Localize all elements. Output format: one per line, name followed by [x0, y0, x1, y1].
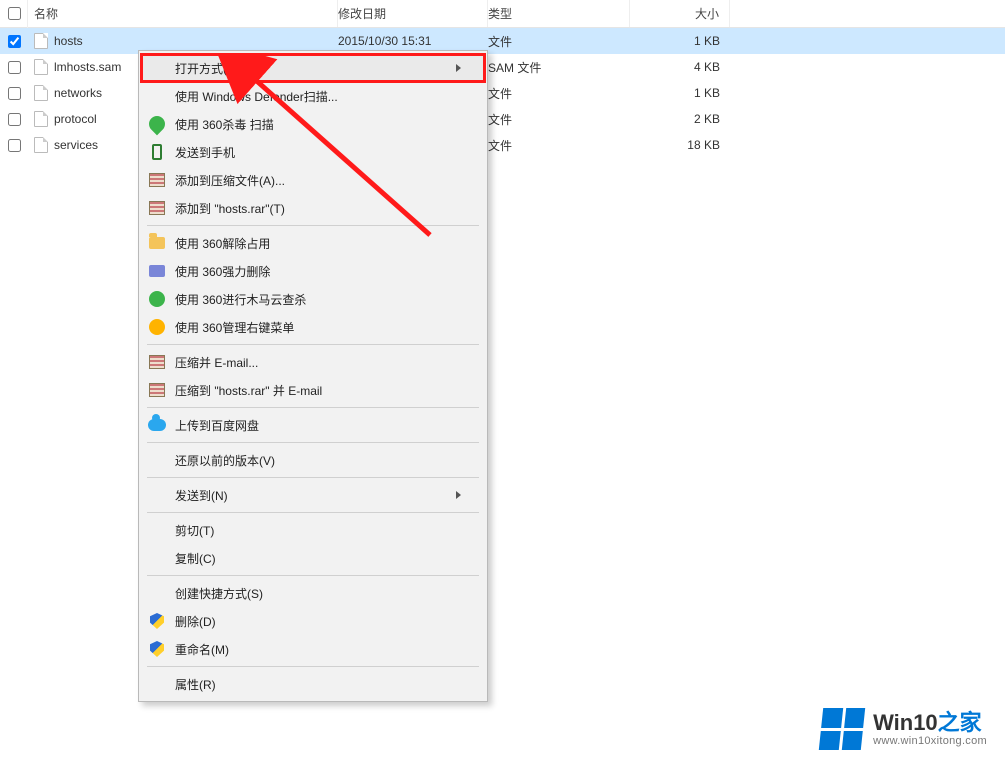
file-size: 1 KB — [630, 86, 730, 100]
blank-icon — [147, 520, 167, 540]
file-type: 文件 — [488, 85, 630, 102]
menu-separator — [147, 666, 479, 667]
row-checkbox[interactable] — [8, 87, 21, 100]
menu-zip-hosts-email[interactable]: 压缩到 "hosts.rar" 并 E-mail — [141, 376, 485, 404]
blank-icon — [147, 485, 167, 505]
cloud-icon — [147, 415, 167, 435]
menu-create-shortcut[interactable]: 创建快捷方式(S) — [141, 579, 485, 607]
menu-baidu-upload[interactable]: 上传到百度网盘 — [141, 411, 485, 439]
file-list-header: 名称 修改日期 类型 大小 — [0, 0, 1005, 28]
menu-separator — [147, 225, 479, 226]
menu-send-to[interactable]: 发送到(N) — [141, 481, 485, 509]
file-type: 文件 — [488, 111, 630, 128]
printer-icon — [147, 261, 167, 281]
file-size: 4 KB — [630, 60, 730, 74]
menu-360-unlock[interactable]: 使用 360解除占用 — [141, 229, 485, 257]
360-green-icon — [147, 289, 167, 309]
submenu-arrow-icon — [456, 491, 461, 499]
file-icon — [34, 111, 48, 127]
shield-icon — [147, 114, 167, 134]
archive-icon — [147, 198, 167, 218]
blank-icon — [147, 583, 167, 603]
file-name: protocol — [54, 112, 97, 126]
file-name: hosts — [54, 34, 83, 48]
file-icon — [34, 137, 48, 153]
archive-icon — [147, 352, 167, 372]
menu-360-trojan[interactable]: 使用 360进行木马云查杀 — [141, 285, 485, 313]
column-name[interactable]: 名称 — [28, 0, 338, 27]
archive-icon — [147, 170, 167, 190]
uac-shield-icon — [147, 611, 167, 631]
menu-separator — [147, 477, 479, 478]
select-all-checkbox[interactable] — [8, 7, 21, 20]
menu-copy[interactable]: 复制(C) — [141, 544, 485, 572]
context-menu: 打开方式(H) 使用 Windows Defender扫描... 使用 360杀… — [138, 50, 488, 702]
file-size: 18 KB — [630, 138, 730, 152]
menu-defender-scan[interactable]: 使用 Windows Defender扫描... — [141, 82, 485, 110]
menu-separator — [147, 344, 479, 345]
menu-separator — [147, 512, 479, 513]
menu-send-phone[interactable]: 发送到手机 — [141, 138, 485, 166]
menu-delete[interactable]: 删除(D) — [141, 607, 485, 635]
file-size: 2 KB — [630, 112, 730, 126]
menu-360-manage[interactable]: 使用 360管理右键菜单 — [141, 313, 485, 341]
file-icon — [34, 33, 48, 49]
menu-360-force-delete[interactable]: 使用 360强力删除 — [141, 257, 485, 285]
submenu-arrow-icon — [456, 64, 461, 72]
file-name: lmhosts.sam — [54, 60, 121, 74]
menu-separator — [147, 442, 479, 443]
menu-add-hosts-rar[interactable]: 添加到 "hosts.rar"(T) — [141, 194, 485, 222]
header-checkbox-cell[interactable] — [0, 0, 28, 28]
menu-separator — [147, 575, 479, 576]
blank-icon — [147, 548, 167, 568]
row-checkbox[interactable] — [8, 61, 21, 74]
windows-logo-icon — [819, 708, 865, 750]
column-date[interactable]: 修改日期 — [338, 0, 488, 27]
blank-icon — [147, 86, 167, 106]
file-name: networks — [54, 86, 102, 100]
menu-separator — [147, 407, 479, 408]
watermark-url: www.win10xitong.com — [873, 735, 987, 747]
watermark-title: Win10之家 — [873, 711, 987, 735]
file-date: 2015/10/30 15:31 — [338, 34, 488, 48]
file-type: 文件 — [488, 137, 630, 154]
menu-restore-previous[interactable]: 还原以前的版本(V) — [141, 446, 485, 474]
folder-icon — [147, 233, 167, 253]
file-type: SAM 文件 — [488, 59, 630, 76]
menu-rename[interactable]: 重命名(M) — [141, 635, 485, 663]
360-yellow-icon — [147, 317, 167, 337]
file-icon — [34, 85, 48, 101]
phone-icon — [147, 142, 167, 162]
menu-360-scan[interactable]: 使用 360杀毒 扫描 — [141, 110, 485, 138]
file-icon — [34, 59, 48, 75]
row-checkbox[interactable] — [8, 139, 21, 152]
blank-icon — [147, 674, 167, 694]
menu-zip-email[interactable]: 压缩并 E-mail... — [141, 348, 485, 376]
row-checkbox[interactable] — [8, 113, 21, 126]
column-type[interactable]: 类型 — [488, 0, 630, 27]
menu-add-archive[interactable]: 添加到压缩文件(A)... — [141, 166, 485, 194]
blank-icon — [147, 450, 167, 470]
column-size[interactable]: 大小 — [630, 0, 730, 27]
menu-open-with[interactable]: 打开方式(H) — [141, 54, 485, 82]
file-type: 文件 — [488, 33, 630, 50]
watermark: Win10之家 www.win10xitong.com — [821, 708, 987, 750]
file-name: services — [54, 138, 98, 152]
uac-shield-icon — [147, 639, 167, 659]
menu-properties[interactable]: 属性(R) — [141, 670, 485, 698]
menu-cut[interactable]: 剪切(T) — [141, 516, 485, 544]
file-size: 1 KB — [630, 34, 730, 48]
blank-icon — [147, 58, 167, 78]
row-checkbox[interactable] — [8, 35, 21, 48]
archive-icon — [147, 380, 167, 400]
